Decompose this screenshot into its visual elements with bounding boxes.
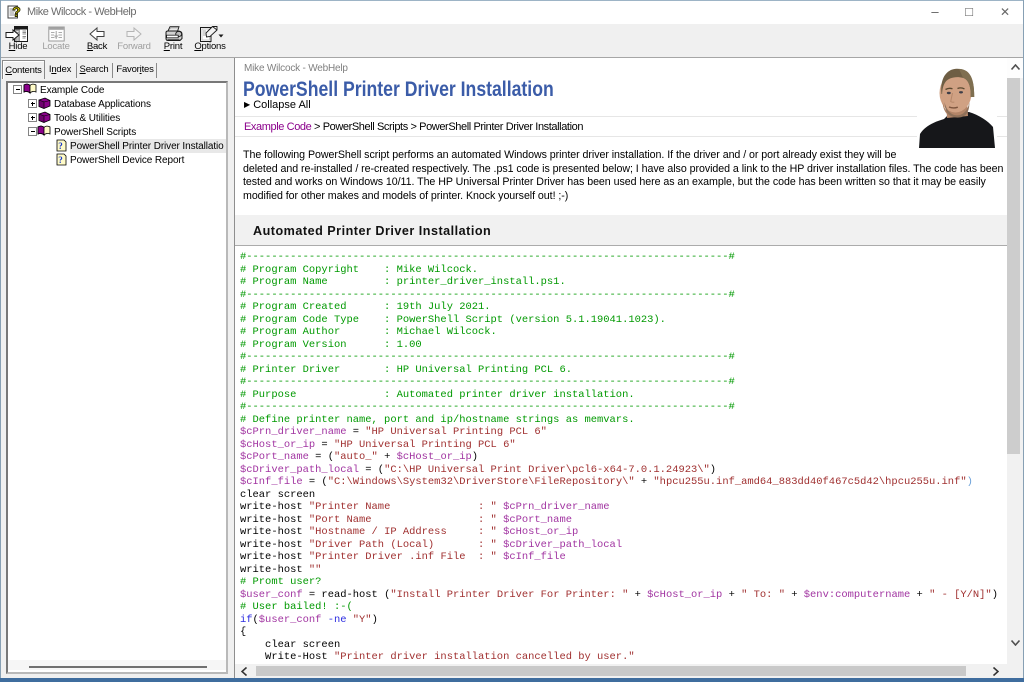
svg-text:?: ? xyxy=(58,155,62,165)
svg-text:?: ? xyxy=(58,141,62,151)
svg-text:?: ? xyxy=(12,4,21,20)
